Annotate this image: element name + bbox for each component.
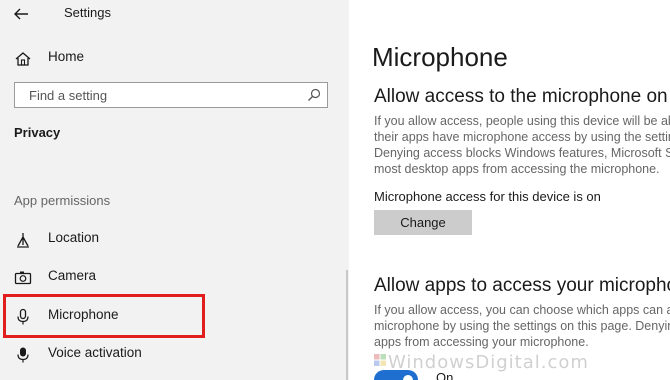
- sidebar-item-label: Camera: [48, 268, 97, 283]
- description-line: most desktop apps from accessing the mic…: [374, 162, 660, 176]
- change-button[interactable]: Change: [374, 210, 472, 235]
- sidebar-item-camera[interactable]: Camera: [0, 260, 320, 294]
- voice-activation-icon: [17, 347, 29, 363]
- sidebar-scrollbar[interactable]: [346, 270, 348, 380]
- microphone-icon: [17, 308, 29, 325]
- section-heading-app-access: Allow apps to access your microphone: [374, 275, 670, 296]
- description-line: microphone by using the settings on this…: [374, 319, 670, 333]
- main-content: Microphone Allow access to the microphon…: [372, 0, 670, 380]
- sidebar-item-location[interactable]: Location: [0, 222, 320, 256]
- title-bar: Settings: [0, 0, 349, 28]
- device-access-status: Microphone access for this device is on: [374, 189, 601, 204]
- window-title: Settings: [64, 5, 111, 20]
- sidebar-item-voice-activation[interactable]: Voice activation: [0, 337, 320, 371]
- page-title: Microphone: [372, 42, 508, 72]
- sidebar-item-label: Microphone: [48, 307, 119, 322]
- toggle-knob: [403, 375, 413, 380]
- sidebar-item-microphone[interactable]: Microphone: [0, 299, 320, 333]
- description-line: If you allow access, you can choose whic…: [374, 303, 670, 317]
- home-icon: [15, 52, 31, 66]
- section-heading-device-access: Allow access to the microphone on this d…: [374, 86, 670, 107]
- sidebar-item-label: Home: [48, 49, 85, 64]
- search-input[interactable]: [27, 87, 301, 104]
- description-line: If you allow access, people using this d…: [374, 114, 670, 128]
- sidebar: Settings Home Privacy App permissions Lo…: [0, 0, 349, 380]
- description-line: their apps have microphone access by usi…: [374, 130, 670, 144]
- section-label-privacy: Privacy: [14, 125, 61, 140]
- back-button[interactable]: [8, 2, 36, 26]
- sidebar-item-label: Location: [48, 230, 100, 245]
- watermark-logo-icon: [374, 354, 386, 366]
- sidebar-item-home[interactable]: Home: [0, 41, 320, 75]
- sidebar-item-label: Voice activation: [48, 345, 142, 360]
- group-label-app-permissions: App permissions: [14, 193, 111, 208]
- search-box[interactable]: [14, 82, 328, 108]
- description-line: Denying access blocks Windows features, …: [374, 146, 670, 160]
- watermark-text: WindowsDigital.com: [388, 352, 589, 373]
- location-icon: [17, 233, 29, 248]
- back-arrow-icon: [14, 8, 28, 20]
- search-icon: [308, 88, 321, 101]
- description-line: apps from accessing your microphone.: [374, 335, 589, 349]
- camera-icon: [14, 271, 32, 285]
